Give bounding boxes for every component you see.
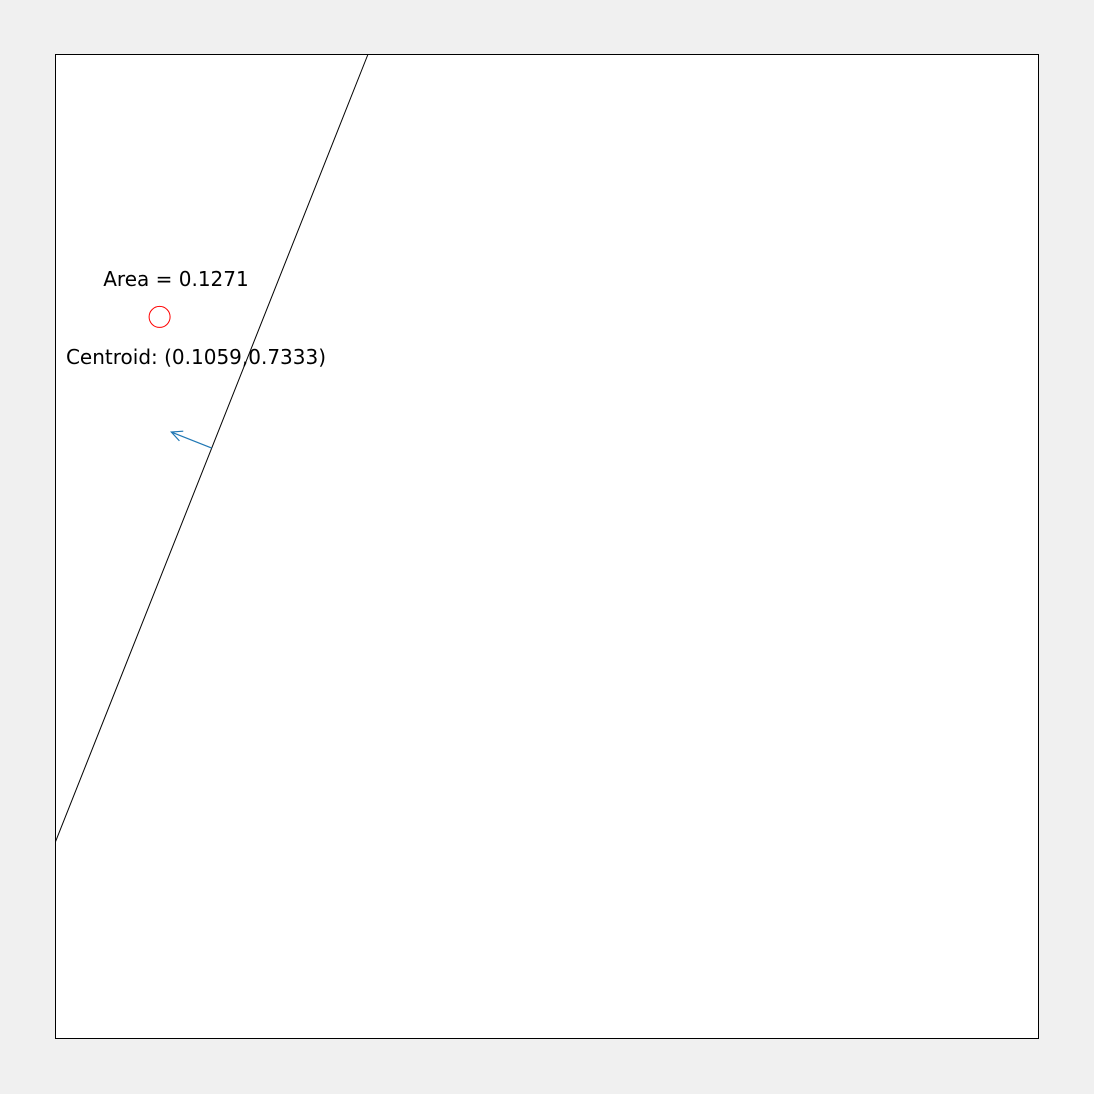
- figure-canvas: Area = 0.1271 Centroid: (0.1059,0.7333): [55, 54, 1039, 1039]
- centroid-label: Centroid: (0.1059,0.7333): [66, 345, 326, 369]
- plot-area: [55, 54, 1039, 1039]
- area-label: Area = 0.1271: [103, 267, 248, 291]
